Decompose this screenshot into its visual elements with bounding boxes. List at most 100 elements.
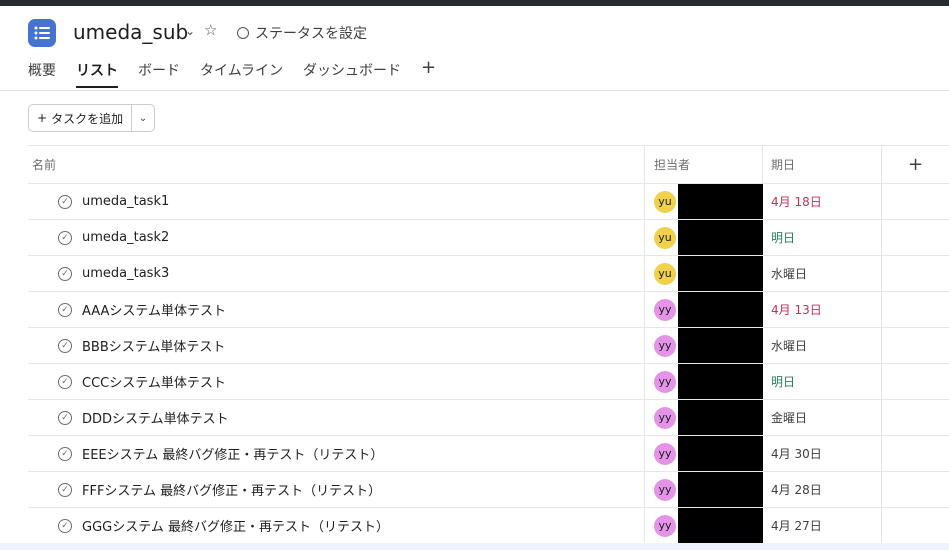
set-status-button[interactable]: ステータスを設定 (237, 23, 367, 43)
assignee-cell[interactable]: yy (645, 436, 763, 471)
due-date-cell[interactable]: 水曜日 (763, 328, 882, 363)
table-row-partial (0, 543, 949, 550)
due-date-cell[interactable]: 4月 27日 (763, 508, 882, 543)
assignee-cell[interactable]: yy (645, 364, 763, 399)
add-tab-icon[interactable]: + (421, 57, 436, 78)
task-name-cell[interactable]: ✓ EEEシステム 最終バグ修正・再テスト（リテスト） (28, 436, 645, 471)
chevron-down-icon[interactable]: ⌄ (185, 24, 195, 38)
due-date-cell[interactable]: 明日 (763, 364, 882, 399)
avatar[interactable]: yu (654, 190, 676, 213)
check-circle-icon[interactable]: ✓ (58, 194, 72, 209)
list-project-icon[interactable] (28, 19, 56, 47)
plus-icon: + (37, 111, 48, 125)
task-name-cell[interactable]: ✓ FFFシステム 最終バグ修正・再テスト（リテスト） (28, 472, 645, 507)
table-row[interactable]: ✓ umeda_task3 yu 水曜日 (28, 256, 949, 292)
avatar[interactable]: yy (654, 442, 676, 465)
table-row[interactable]: ✓ FFFシステム 最終バグ修正・再テスト（リテスト） yy 4月 28日 (28, 472, 949, 508)
due-date: 明日 (771, 375, 796, 389)
task-name[interactable]: DDDシステム単体テスト (82, 408, 229, 427)
task-name[interactable]: FFFシステム 最終バグ修正・再テスト（リテスト） (82, 480, 381, 499)
assignee-cell[interactable]: yy (645, 292, 763, 327)
task-name-cell[interactable]: ✓ BBBシステム単体テスト (28, 328, 645, 363)
empty-cell (882, 328, 949, 363)
check-circle-icon[interactable]: ✓ (58, 410, 72, 425)
column-header-assignee[interactable]: 担当者 (645, 146, 763, 183)
redacted-assignee-name (678, 220, 763, 255)
table-row[interactable]: ✓ umeda_task2 yu 明日 (28, 220, 949, 256)
due-date: 4月 28日 (771, 483, 822, 497)
due-date-cell[interactable]: 水曜日 (763, 256, 882, 291)
task-name-cell[interactable]: ✓ CCCシステム単体テスト (28, 364, 645, 399)
table-row[interactable]: ✓ umeda_task1 yu 4月 18日 (28, 184, 949, 220)
assignee-cell[interactable]: yu (645, 184, 763, 219)
table-row[interactable]: ✓ EEEシステム 最終バグ修正・再テスト（リテスト） yy 4月 30日 (28, 436, 949, 472)
add-column-icon[interactable]: + (882, 146, 949, 183)
add-task-dropdown-button[interactable]: ⌄ (132, 104, 156, 132)
empty-cell (882, 400, 949, 435)
tab-overview[interactable]: 概要 (28, 60, 56, 88)
assignee-cell[interactable]: yy (645, 400, 763, 435)
task-name-cell[interactable]: ✓ umeda_task2 (28, 220, 645, 255)
task-name[interactable]: EEEシステム 最終バグ修正・再テスト（リテスト） (82, 444, 383, 463)
redacted-assignee-name (678, 508, 763, 543)
tab-timeline[interactable]: タイムライン (200, 60, 283, 88)
task-name-cell[interactable]: ✓ AAAシステム単体テスト (28, 292, 645, 327)
check-circle-icon[interactable]: ✓ (58, 266, 72, 281)
tab-board[interactable]: ボード (138, 60, 180, 88)
assignee-cell[interactable]: yy (645, 508, 763, 543)
task-name[interactable]: AAAシステム単体テスト (82, 300, 226, 319)
due-date-cell[interactable]: 明日 (763, 220, 882, 255)
check-circle-icon[interactable]: ✓ (58, 230, 72, 245)
due-date-cell[interactable]: 4月 18日 (763, 184, 882, 219)
due-date-cell[interactable]: 4月 28日 (763, 472, 882, 507)
table-row[interactable]: ✓ CCCシステム単体テスト yy 明日 (28, 364, 949, 400)
add-task-button[interactable]: + タスクを追加 (28, 104, 133, 132)
table-row[interactable]: ✓ AAAシステム単体テスト yy 4月 13日 (28, 292, 949, 328)
due-date-cell[interactable]: 4月 13日 (763, 292, 882, 327)
column-header-name[interactable]: 名前 (28, 146, 645, 183)
task-name-cell[interactable]: ✓ GGGシステム 最終バグ修正・再テスト（リテスト） (28, 508, 645, 543)
avatar[interactable]: yy (654, 406, 676, 429)
project-title[interactable]: umeda_sub (73, 20, 188, 44)
check-circle-icon[interactable]: ✓ (58, 482, 72, 497)
check-circle-icon[interactable]: ✓ (58, 338, 72, 353)
task-name-cell[interactable]: ✓ umeda_task1 (28, 184, 645, 219)
table-row[interactable]: ✓ GGGシステム 最終バグ修正・再テスト（リテスト） yy 4月 27日 (28, 508, 949, 544)
task-name-cell[interactable]: ✓ umeda_task3 (28, 256, 645, 291)
task-name[interactable]: umeda_task3 (82, 266, 169, 281)
task-name[interactable]: CCCシステム単体テスト (82, 372, 226, 391)
task-name[interactable]: umeda_task2 (82, 230, 169, 245)
task-name[interactable]: BBBシステム単体テスト (82, 336, 225, 355)
task-name[interactable]: umeda_task1 (82, 194, 169, 209)
assignee-cell[interactable]: yy (645, 472, 763, 507)
assignee-cell[interactable]: yu (645, 256, 763, 291)
status-circle-icon (237, 27, 249, 39)
tab-dashboard[interactable]: ダッシュボード (303, 60, 401, 88)
due-date: 金曜日 (771, 411, 808, 425)
task-name[interactable]: GGGシステム 最終バグ修正・再テスト（リテスト） (82, 516, 389, 535)
column-header-due[interactable]: 期日 (763, 146, 882, 183)
assignee-cell[interactable]: yy (645, 328, 763, 363)
check-circle-icon[interactable]: ✓ (58, 518, 72, 533)
avatar[interactable]: yy (654, 370, 676, 393)
table-row[interactable]: ✓ DDDシステム単体テスト yy 金曜日 (28, 400, 949, 436)
avatar[interactable]: yu (654, 226, 676, 249)
empty-cell (882, 184, 949, 219)
avatar[interactable]: yy (654, 298, 676, 321)
table-row[interactable]: ✓ BBBシステム単体テスト yy 水曜日 (28, 328, 949, 364)
due-date-cell[interactable]: 4月 30日 (763, 436, 882, 471)
avatar[interactable]: yy (654, 514, 676, 537)
assignee-cell[interactable]: yu (645, 220, 763, 255)
empty-cell (882, 364, 949, 399)
avatar[interactable]: yy (654, 334, 676, 357)
check-circle-icon[interactable]: ✓ (58, 446, 72, 461)
tab-list[interactable]: リスト (76, 60, 118, 88)
check-circle-icon[interactable]: ✓ (58, 374, 72, 389)
empty-cell (882, 292, 949, 327)
task-name-cell[interactable]: ✓ DDDシステム単体テスト (28, 400, 645, 435)
check-circle-icon[interactable]: ✓ (58, 302, 72, 317)
due-date-cell[interactable]: 金曜日 (763, 400, 882, 435)
avatar[interactable]: yy (654, 478, 676, 501)
star-icon[interactable]: ☆ (204, 21, 217, 39)
avatar[interactable]: yu (654, 262, 676, 285)
